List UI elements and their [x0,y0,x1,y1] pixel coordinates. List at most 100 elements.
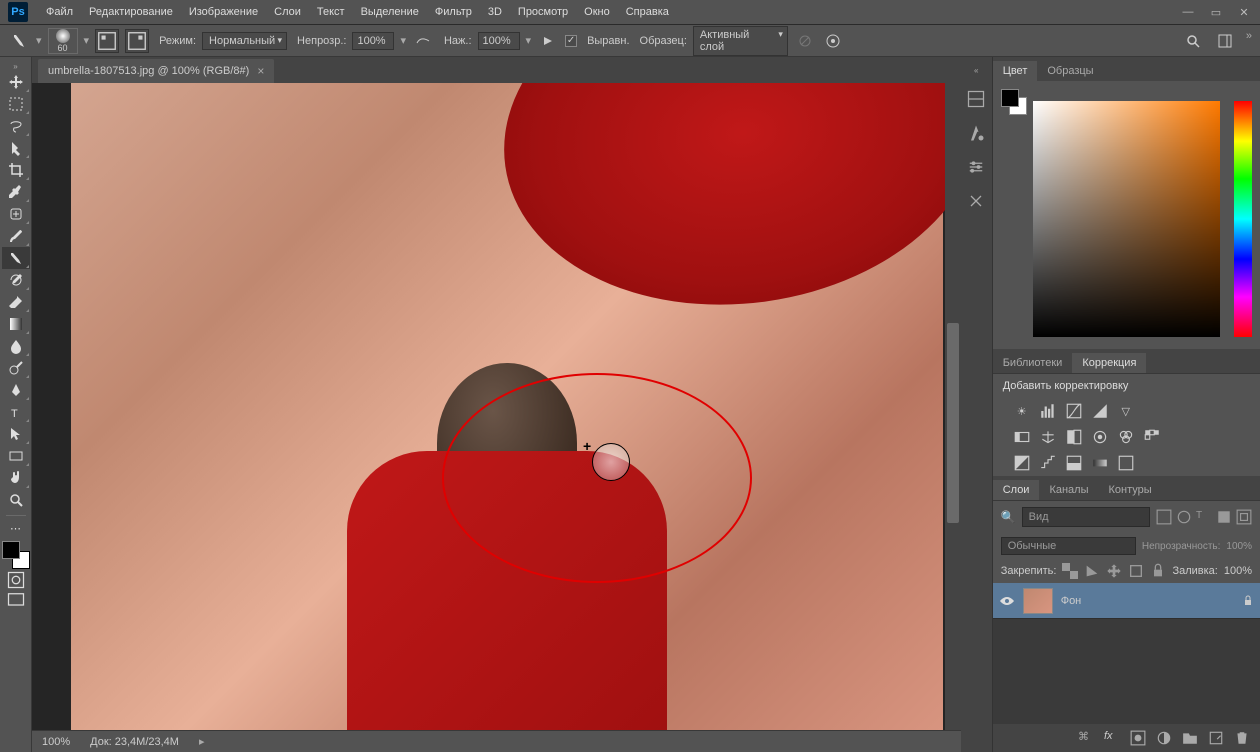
filter-shape-icon[interactable] [1216,509,1232,525]
marquee-tool[interactable] [2,93,30,115]
menu-edit[interactable]: Редактирование [81,2,181,22]
lock-artboard-icon[interactable] [1128,563,1144,579]
layer-filter-select[interactable]: Вид [1022,507,1150,527]
history-panel-icon[interactable] [966,89,986,109]
zoom-display[interactable]: 100% [42,736,70,748]
layer-thumbnail[interactable] [1023,588,1053,614]
menu-view[interactable]: Просмотр [510,2,576,22]
link-layers-icon[interactable]: ⌘ [1078,730,1094,746]
invert-adj-icon[interactable] [1013,454,1031,472]
eyedropper-tool[interactable] [2,181,30,203]
color-picker-field[interactable] [1033,101,1220,337]
blend-mode-select[interactable]: Нормальный [202,32,287,50]
airbrush-icon[interactable] [537,30,559,52]
filter-adjustment-icon[interactable] [1176,509,1192,525]
filter-smart-icon[interactable] [1236,509,1252,525]
flow-input[interactable]: 100% [478,32,520,50]
new-layer-icon[interactable] [1208,730,1224,746]
eraser-tool[interactable] [2,291,30,313]
crop-tool[interactable] [2,159,30,181]
layer-mask-icon[interactable] [1130,730,1146,746]
lock-pixels-icon[interactable] [1084,563,1100,579]
blur-tool[interactable] [2,335,30,357]
color-tab[interactable]: Цвет [993,61,1038,81]
quick-mask-icon[interactable] [6,571,26,589]
fill-value[interactable]: 100% [1224,565,1252,577]
filter-pixel-icon[interactable] [1156,509,1172,525]
ignore-adjustment-icon[interactable] [794,30,816,52]
vertical-scrollbar[interactable] [945,83,961,730]
panel-color-swatches[interactable] [1001,89,1027,115]
swatches-tab[interactable]: Образцы [1037,61,1103,81]
lasso-tool[interactable] [2,115,30,137]
selective-color-adj-icon[interactable] [1117,454,1135,472]
menu-text[interactable]: Текст [309,2,353,22]
layer-row[interactable]: Фон [993,583,1260,619]
brush-panel-toggle[interactable] [95,29,119,53]
status-chevron-icon[interactable]: ▸ [199,735,205,748]
layers-tab[interactable]: Слои [993,480,1040,500]
menu-filter[interactable]: Фильтр [427,2,480,22]
edit-toolbar-icon[interactable]: ⋯ [2,521,30,535]
lock-position-icon[interactable] [1106,563,1122,579]
expand-tools-icon[interactable]: » [2,61,30,71]
move-tool[interactable] [2,71,30,93]
layer-fx-icon[interactable]: fx [1104,730,1120,746]
sample-select[interactable]: Активный слой [693,26,788,56]
photo-filter-adj-icon[interactable] [1091,428,1109,446]
screen-mode-icon[interactable] [6,591,26,609]
close-button[interactable]: ✕ [1236,4,1252,20]
new-group-icon[interactable] [1182,730,1198,746]
type-tool[interactable]: T [2,401,30,423]
menu-3d[interactable]: 3D [480,2,510,22]
rectangle-tool[interactable] [2,445,30,467]
hue-slider[interactable] [1234,101,1252,337]
layer-visibility-icon[interactable] [999,593,1015,609]
properties-panel-icon[interactable] [966,157,986,177]
zoom-tool[interactable] [2,489,30,511]
aligned-checkbox[interactable] [565,35,577,47]
search-icon[interactable] [1182,30,1204,52]
menu-layers[interactable]: Слои [266,2,309,22]
expand-right-icon[interactable]: » [1246,30,1252,52]
character-panel-icon[interactable] [966,123,986,143]
close-document-icon[interactable]: × [257,64,264,78]
libraries-tab[interactable]: Библиотеки [993,353,1073,373]
menu-select[interactable]: Выделение [353,2,427,22]
document-tab[interactable]: umbrella-1807513.jpg @ 100% (RGB/8#) × [38,59,274,83]
dodge-tool[interactable] [2,357,30,379]
new-adjustment-icon[interactable] [1156,730,1172,746]
curves-adj-icon[interactable] [1065,402,1083,420]
levels-adj-icon[interactable] [1039,402,1057,420]
posterize-adj-icon[interactable] [1039,454,1057,472]
hue-adj-icon[interactable] [1013,428,1031,446]
healing-tool[interactable] [2,203,30,225]
channel-mixer-adj-icon[interactable] [1117,428,1135,446]
brightness-adj-icon[interactable]: ☀ [1013,402,1031,420]
exposure-adj-icon[interactable] [1091,402,1109,420]
quick-select-tool[interactable] [2,137,30,159]
workspace-icon[interactable] [1214,30,1236,52]
gradient-map-adj-icon[interactable] [1091,454,1109,472]
threshold-adj-icon[interactable] [1065,454,1083,472]
lock-all-icon[interactable] [1150,563,1166,579]
delete-layer-icon[interactable] [1234,730,1250,746]
filter-search-icon[interactable]: 🔍 [1001,510,1016,524]
maximize-button[interactable]: ▭ [1208,4,1224,20]
opacity-input[interactable]: 100% [352,32,394,50]
current-tool-icon[interactable] [8,30,30,52]
color-lookup-adj-icon[interactable] [1143,428,1161,446]
minimize-button[interactable]: — [1180,4,1196,20]
hand-tool[interactable] [2,467,30,489]
menu-window[interactable]: Окно [576,2,618,22]
path-select-tool[interactable] [2,423,30,445]
filter-type-icon[interactable]: T [1196,509,1212,525]
menu-help[interactable]: Справка [618,2,677,22]
bw-adj-icon[interactable] [1065,428,1083,446]
clone-stamp-tool[interactable] [2,247,30,269]
layer-name[interactable]: Фон [1061,595,1234,607]
doc-size-display[interactable]: Док: 23,4M/23,4M [90,736,179,748]
clone-source-toggle[interactable] [125,29,149,53]
lock-transparency-icon[interactable] [1062,563,1078,579]
menu-image[interactable]: Изображение [181,2,266,22]
